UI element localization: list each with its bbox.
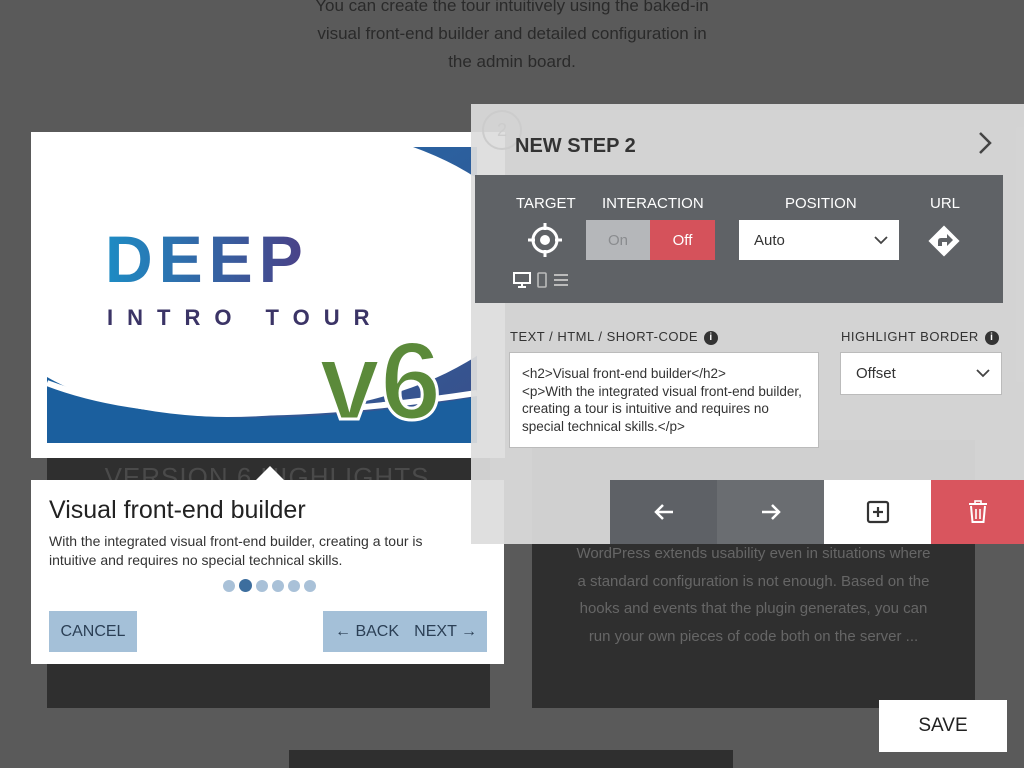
target-label: TARGET — [516, 195, 576, 212]
mobile-icon[interactable] — [537, 272, 547, 288]
progress-dot[interactable] — [304, 579, 316, 592]
logo-brand-text: DEEP — [105, 222, 309, 296]
progress-dot[interactable] — [223, 579, 235, 592]
tour-tooltip: Visual front-end builder With the integr… — [31, 480, 504, 664]
step-editor-panel: 2 NEW STEP 2 TARGET INTERACTION On Off P… — [471, 104, 1024, 544]
back-button[interactable]: ← BACK — [335, 623, 399, 641]
position-select[interactable]: Auto — [739, 220, 899, 260]
info-icon[interactable]: i — [984, 331, 999, 345]
trash-icon — [968, 500, 987, 523]
next-button[interactable]: NEXT → — [414, 623, 477, 641]
tooltip-nav-group: ← BACK NEXT → — [323, 611, 487, 652]
feature-card-text: WordPress extends usability even in situ… — [576, 545, 931, 645]
interaction-toggle[interactable]: On Off — [586, 220, 715, 260]
interaction-label: INTERACTION — [602, 195, 704, 212]
previous-step-button[interactable] — [610, 480, 717, 544]
progress-dot-active[interactable] — [239, 579, 252, 592]
highlight-border-label: HIGHLIGHT BORDER i — [841, 329, 999, 345]
interaction-on-option[interactable]: On — [586, 220, 650, 260]
cancel-button[interactable]: CANCEL — [49, 611, 137, 652]
step-content-textarea[interactable]: <h2>Visual front-end builder</h2> <p>Wit… — [509, 352, 819, 448]
desktop-icon[interactable] — [513, 272, 531, 288]
arrow-left-icon — [653, 504, 673, 520]
arrow-right-icon — [761, 504, 781, 520]
deep-intro-tour-logo-image: DEEP INTRO TOUR v6 — [47, 147, 477, 443]
progress-dot[interactable] — [272, 579, 284, 592]
tooltip-text: With the integrated visual front-end bui… — [49, 533, 423, 568]
redirect-arrow-icon[interactable] — [925, 222, 963, 260]
text-html-label: TEXT / HTML / SHORT-CODE i — [510, 329, 719, 345]
delete-step-button[interactable] — [931, 480, 1024, 544]
intro-line-3: the admin board. — [448, 52, 576, 71]
add-step-button[interactable] — [824, 480, 931, 544]
text-html-label-text: TEXT / HTML / SHORT-CODE — [510, 329, 699, 344]
intro-line-1: You can create the tour intuitively usin… — [315, 0, 709, 15]
highlight-border-select[interactable]: Offset — [840, 352, 1002, 395]
progress-dot[interactable] — [288, 579, 300, 592]
plus-square-icon — [866, 500, 889, 524]
save-button[interactable]: SAVE — [879, 700, 1007, 752]
chevron-right-icon[interactable] — [974, 130, 996, 156]
step-progress-dots — [223, 579, 316, 592]
progress-dot[interactable] — [256, 579, 268, 592]
step-config-bar: TARGET INTERACTION On Off POSITION Auto … — [475, 175, 1003, 303]
tooltip-arrow — [256, 466, 284, 480]
chevron-down-icon — [976, 369, 990, 378]
interaction-off-option[interactable]: Off — [650, 220, 715, 260]
background-intro-text: You can create the tour intuitively usin… — [280, 0, 744, 76]
logo-version-text: v6 — [319, 320, 441, 443]
feature-card-bottom — [289, 750, 733, 768]
position-label: POSITION — [785, 195, 857, 212]
menu-icon[interactable] — [553, 273, 569, 287]
tooltip-title: Visual front-end builder — [49, 496, 306, 524]
position-selected-value: Auto — [754, 232, 785, 249]
url-label: URL — [930, 195, 961, 212]
intro-line-2: visual front-end builder and detailed co… — [317, 24, 707, 43]
info-icon[interactable]: i — [704, 331, 719, 345]
chevron-down-icon — [874, 236, 888, 245]
step-title: NEW STEP 2 — [515, 135, 636, 157]
highlight-border-selected-value: Offset — [856, 365, 896, 382]
crosshair-target-icon[interactable] — [527, 222, 563, 258]
highlight-border-label-text: HIGHLIGHT BORDER — [841, 329, 979, 344]
device-visibility-icons — [513, 272, 569, 288]
next-step-button[interactable] — [717, 480, 824, 544]
